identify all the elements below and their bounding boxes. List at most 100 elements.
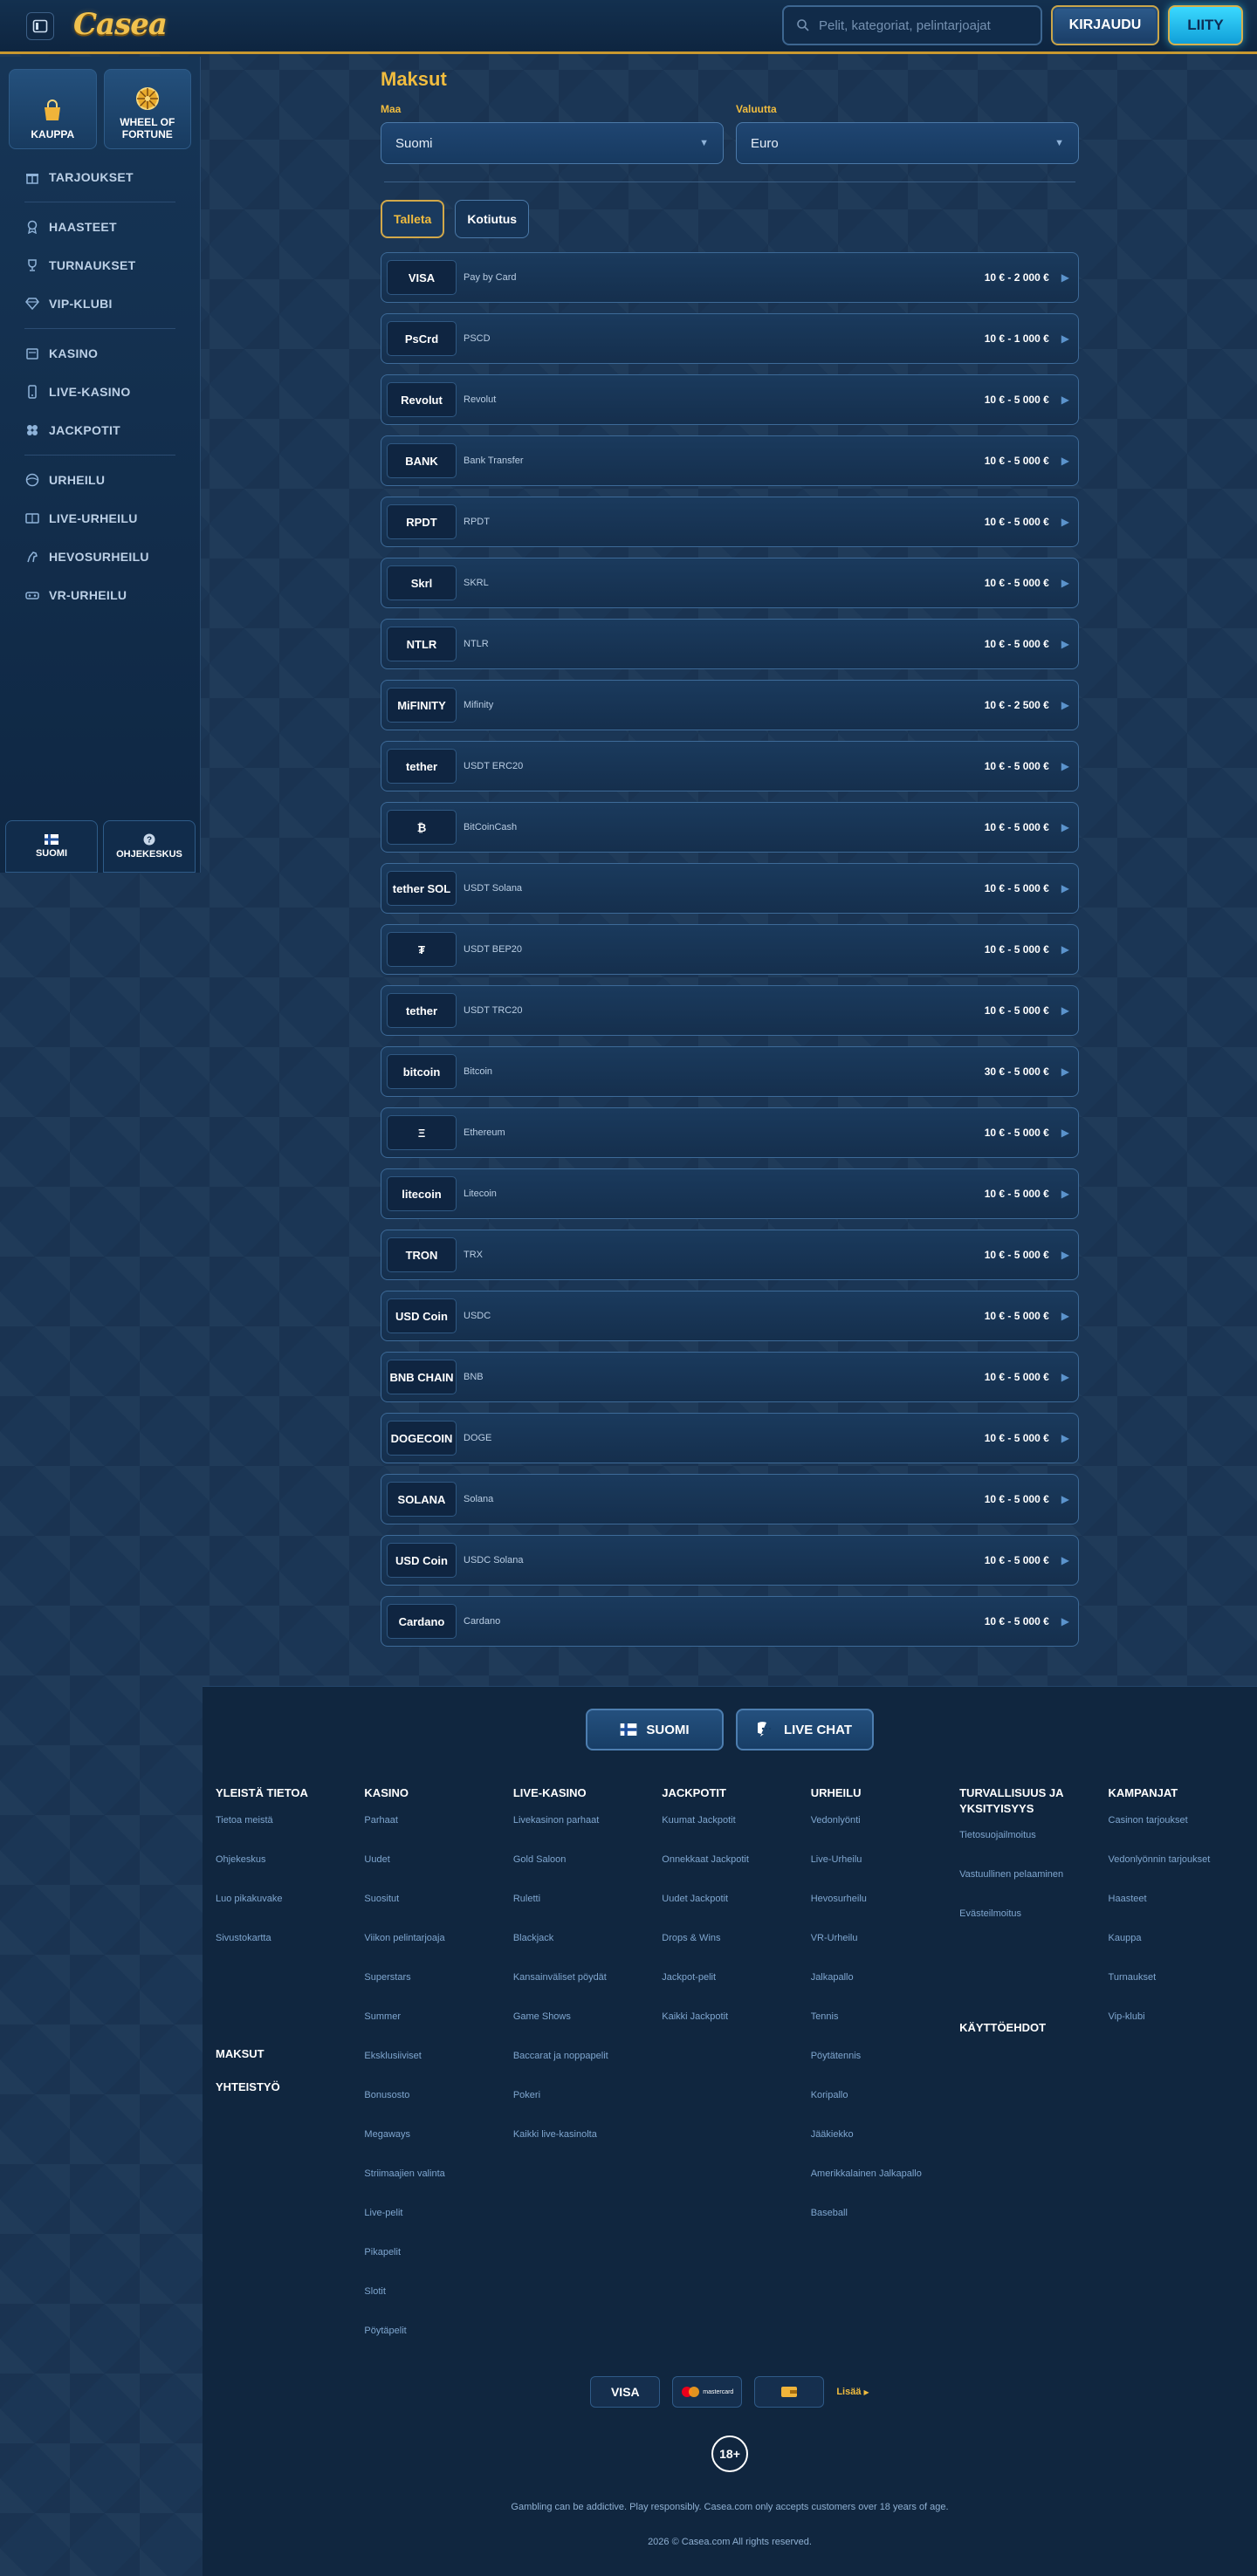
payment-method-row[interactable]: NTLR NTLR 10 € - 5 000 € ▶	[381, 619, 1079, 669]
footer-link[interactable]: Tietosuojailmoitus	[959, 1830, 1108, 1869]
footer-link[interactable]: Suositut	[364, 1894, 512, 1933]
payment-method-row[interactable]: PsCrd PSCD 10 € - 1 000 € ▶	[381, 313, 1079, 364]
sidebar-item-hevosurheilu[interactable]: HEVOSURHEILU	[0, 538, 200, 576]
search-input[interactable]	[819, 17, 1028, 33]
footer-link[interactable]: Jääkiekko	[811, 2129, 959, 2168]
footer-link[interactable]: Kauppa	[1109, 1933, 1257, 1972]
footer-link[interactable]: Slotit	[364, 2286, 512, 2326]
payment-method-row[interactable]: SOLANA Solana 10 € - 5 000 € ▶	[381, 1474, 1079, 1524]
payment-method-row[interactable]: MiFINITY Mifinity 10 € - 2 500 € ▶	[381, 680, 1079, 730]
footer-link[interactable]: Drops & Wins	[662, 1933, 810, 1972]
footer-link[interactable]: Pikapelit	[364, 2247, 512, 2286]
footer-link[interactable]: Bonusosto	[364, 2090, 512, 2129]
sidebar-item-haasteet[interactable]: HAASTEET	[0, 208, 200, 246]
language-button[interactable]: SUOMI	[5, 820, 98, 873]
footer-link[interactable]: Sivustokartta	[216, 1933, 364, 1972]
footer-link[interactable]: Eksklusiiviset	[364, 2051, 512, 2090]
footer-language-button[interactable]: SUOMI	[586, 1709, 724, 1750]
footer-link[interactable]: Evästeilmoitus	[959, 1908, 1108, 1948]
country-select[interactable]: Suomi ▼	[381, 122, 724, 164]
footer-link[interactable]: Hevosurheilu	[811, 1894, 959, 1933]
footer-link[interactable]: Game Shows	[513, 2011, 662, 2051]
footer-heading-link[interactable]: KÄYTTÖEHDOT	[959, 2021, 1108, 2054]
site-logo[interactable]: Casea	[73, 7, 168, 42]
search-bar[interactable]	[782, 5, 1042, 45]
login-button[interactable]: KIRJAUDU	[1051, 5, 1159, 45]
sidebar-item-vr-urheilu[interactable]: VR-URHEILU	[0, 576, 200, 614]
payment-method-row[interactable]: Ξ Ethereum 10 € - 5 000 € ▶	[381, 1107, 1079, 1158]
footer-link[interactable]: Baccarat ja noppapelit	[513, 2051, 662, 2090]
footer-link[interactable]: Vedonlyönnin tarjoukset	[1109, 1854, 1257, 1894]
footer-link[interactable]: Summer	[364, 2011, 512, 2051]
tab-withdraw[interactable]: Kotiutus	[455, 200, 530, 238]
footer-link[interactable]: VR-Urheilu	[811, 1933, 959, 1972]
footer-link[interactable]: Koripallo	[811, 2090, 959, 2129]
currency-select[interactable]: Euro ▼	[736, 122, 1079, 164]
footer-link[interactable]: Parhaat	[364, 1815, 512, 1854]
sidebar-item-vip-klubi[interactable]: VIP-KLUBI	[0, 284, 200, 323]
tab-deposit[interactable]: Talleta	[381, 200, 445, 238]
more-payments-link[interactable]: Lisää ▶	[836, 2387, 869, 2397]
shop-card[interactable]: KAUPPA	[9, 69, 97, 149]
sidebar-item-jackpotit[interactable]: JACKPOTIT	[0, 411, 200, 449]
payment-method-row[interactable]: tether USDT ERC20 10 € - 5 000 € ▶	[381, 741, 1079, 791]
help-center-button[interactable]: ? OHJEKESKUS	[103, 820, 196, 873]
sidebar-item-turnaukset[interactable]: TURNAUKSET	[0, 246, 200, 284]
footer-link[interactable]: Live-Urheilu	[811, 1854, 959, 1894]
footer-link[interactable]: Kuumat Jackpotit	[662, 1815, 810, 1854]
footer-link[interactable]: Tietoa meistä	[216, 1815, 364, 1854]
live-chat-button[interactable]: LIVE CHAT	[736, 1709, 874, 1750]
footer-link[interactable]: Onnekkaat Jackpotit	[662, 1854, 810, 1894]
footer-link[interactable]: Tennis	[811, 2011, 959, 2051]
payment-method-row[interactable]: Skrl SKRL 10 € - 5 000 € ▶	[381, 558, 1079, 608]
footer-link[interactable]: Baseball	[811, 2208, 959, 2247]
payment-method-row[interactable]: Revolut Revolut 10 € - 5 000 € ▶	[381, 374, 1079, 425]
footer-link[interactable]: Viikon pelintarjoaja	[364, 1933, 512, 1972]
footer-link[interactable]: Pöytätennis	[811, 2051, 959, 2090]
payment-method-row[interactable]: Cardano Cardano 10 € - 5 000 € ▶	[381, 1596, 1079, 1647]
footer-link[interactable]: Blackjack	[513, 1933, 662, 1972]
join-button[interactable]: LIITY	[1168, 5, 1243, 45]
footer-link[interactable]: Haasteet	[1109, 1894, 1257, 1933]
footer-link[interactable]: Amerikkalainen Jalkapallo	[811, 2168, 959, 2208]
payment-method-row[interactable]: tether USDT TRC20 10 € - 5 000 € ▶	[381, 985, 1079, 1036]
footer-link[interactable]: Striimaajien valinta	[364, 2168, 512, 2208]
sidebar-item-tarjoukset[interactable]: TARJOUKSET	[0, 158, 200, 196]
footer-link[interactable]: Casinon tarjoukset	[1109, 1815, 1257, 1854]
footer-link[interactable]: Live-pelit	[364, 2208, 512, 2247]
payment-method-row[interactable]: ₮ USDT BEP20 10 € - 5 000 € ▶	[381, 924, 1079, 975]
payment-method-row[interactable]: BNB CHAIN BNB 10 € - 5 000 € ▶	[381, 1352, 1079, 1402]
footer-heading-link[interactable]: YHTEISTYÖ	[216, 2080, 364, 2114]
payment-method-row[interactable]: TRON TRX 10 € - 5 000 € ▶	[381, 1230, 1079, 1280]
payment-method-row[interactable]: bitcoin Bitcoin 30 € - 5 000 € ▶	[381, 1046, 1079, 1097]
footer-link[interactable]: Gold Saloon	[513, 1854, 662, 1894]
sidebar-toggle-button[interactable]	[26, 12, 54, 40]
footer-link[interactable]: Ruletti	[513, 1894, 662, 1933]
footer-link[interactable]: Uudet	[364, 1854, 512, 1894]
payment-method-row[interactable]: ₿ BitCoinCash 10 € - 5 000 € ▶	[381, 802, 1079, 853]
payment-method-row[interactable]: BANK Bank Transfer 10 € - 5 000 € ▶	[381, 435, 1079, 486]
sidebar-item-live-kasino[interactable]: LIVE-KASINO	[0, 373, 200, 411]
payment-method-row[interactable]: VISA Pay by Card 10 € - 2 000 € ▶	[381, 252, 1079, 303]
footer-link[interactable]: Vastuullinen pelaaminen	[959, 1869, 1108, 1908]
footer-link[interactable]: Uudet Jackpotit	[662, 1894, 810, 1933]
footer-link[interactable]: Livekasinon parhaat	[513, 1815, 662, 1854]
footer-link[interactable]: Turnaukset	[1109, 1972, 1257, 2011]
footer-link[interactable]: Vedonlyönti	[811, 1815, 959, 1854]
footer-link[interactable]: Superstars	[364, 1972, 512, 2011]
footer-link[interactable]: Jalkapallo	[811, 1972, 959, 2011]
sidebar-item-urheilu[interactable]: URHEILU	[0, 461, 200, 499]
footer-link[interactable]: Megaways	[364, 2129, 512, 2168]
footer-link[interactable]: Vip-klubi	[1109, 2011, 1257, 2051]
payment-method-row[interactable]: DOGECOIN DOGE 10 € - 5 000 € ▶	[381, 1413, 1079, 1463]
footer-link[interactable]: Ohjekeskus	[216, 1854, 364, 1894]
payment-method-row[interactable]: tether SOL USDT Solana 10 € - 5 000 € ▶	[381, 863, 1079, 914]
footer-heading-link[interactable]: MAKSUT	[216, 2047, 364, 2080]
footer-link[interactable]: Pokeri	[513, 2090, 662, 2129]
footer-link[interactable]: Kaikki Jackpotit	[662, 2011, 810, 2051]
payment-method-row[interactable]: USD Coin USDC Solana 10 € - 5 000 € ▶	[381, 1535, 1079, 1586]
payment-method-row[interactable]: USD Coin USDC 10 € - 5 000 € ▶	[381, 1291, 1079, 1341]
footer-link[interactable]: Pöytäpelit	[364, 2326, 512, 2365]
footer-link[interactable]: Jackpot-pelit	[662, 1972, 810, 2011]
footer-link[interactable]: Luo pikakuvake	[216, 1894, 364, 1933]
